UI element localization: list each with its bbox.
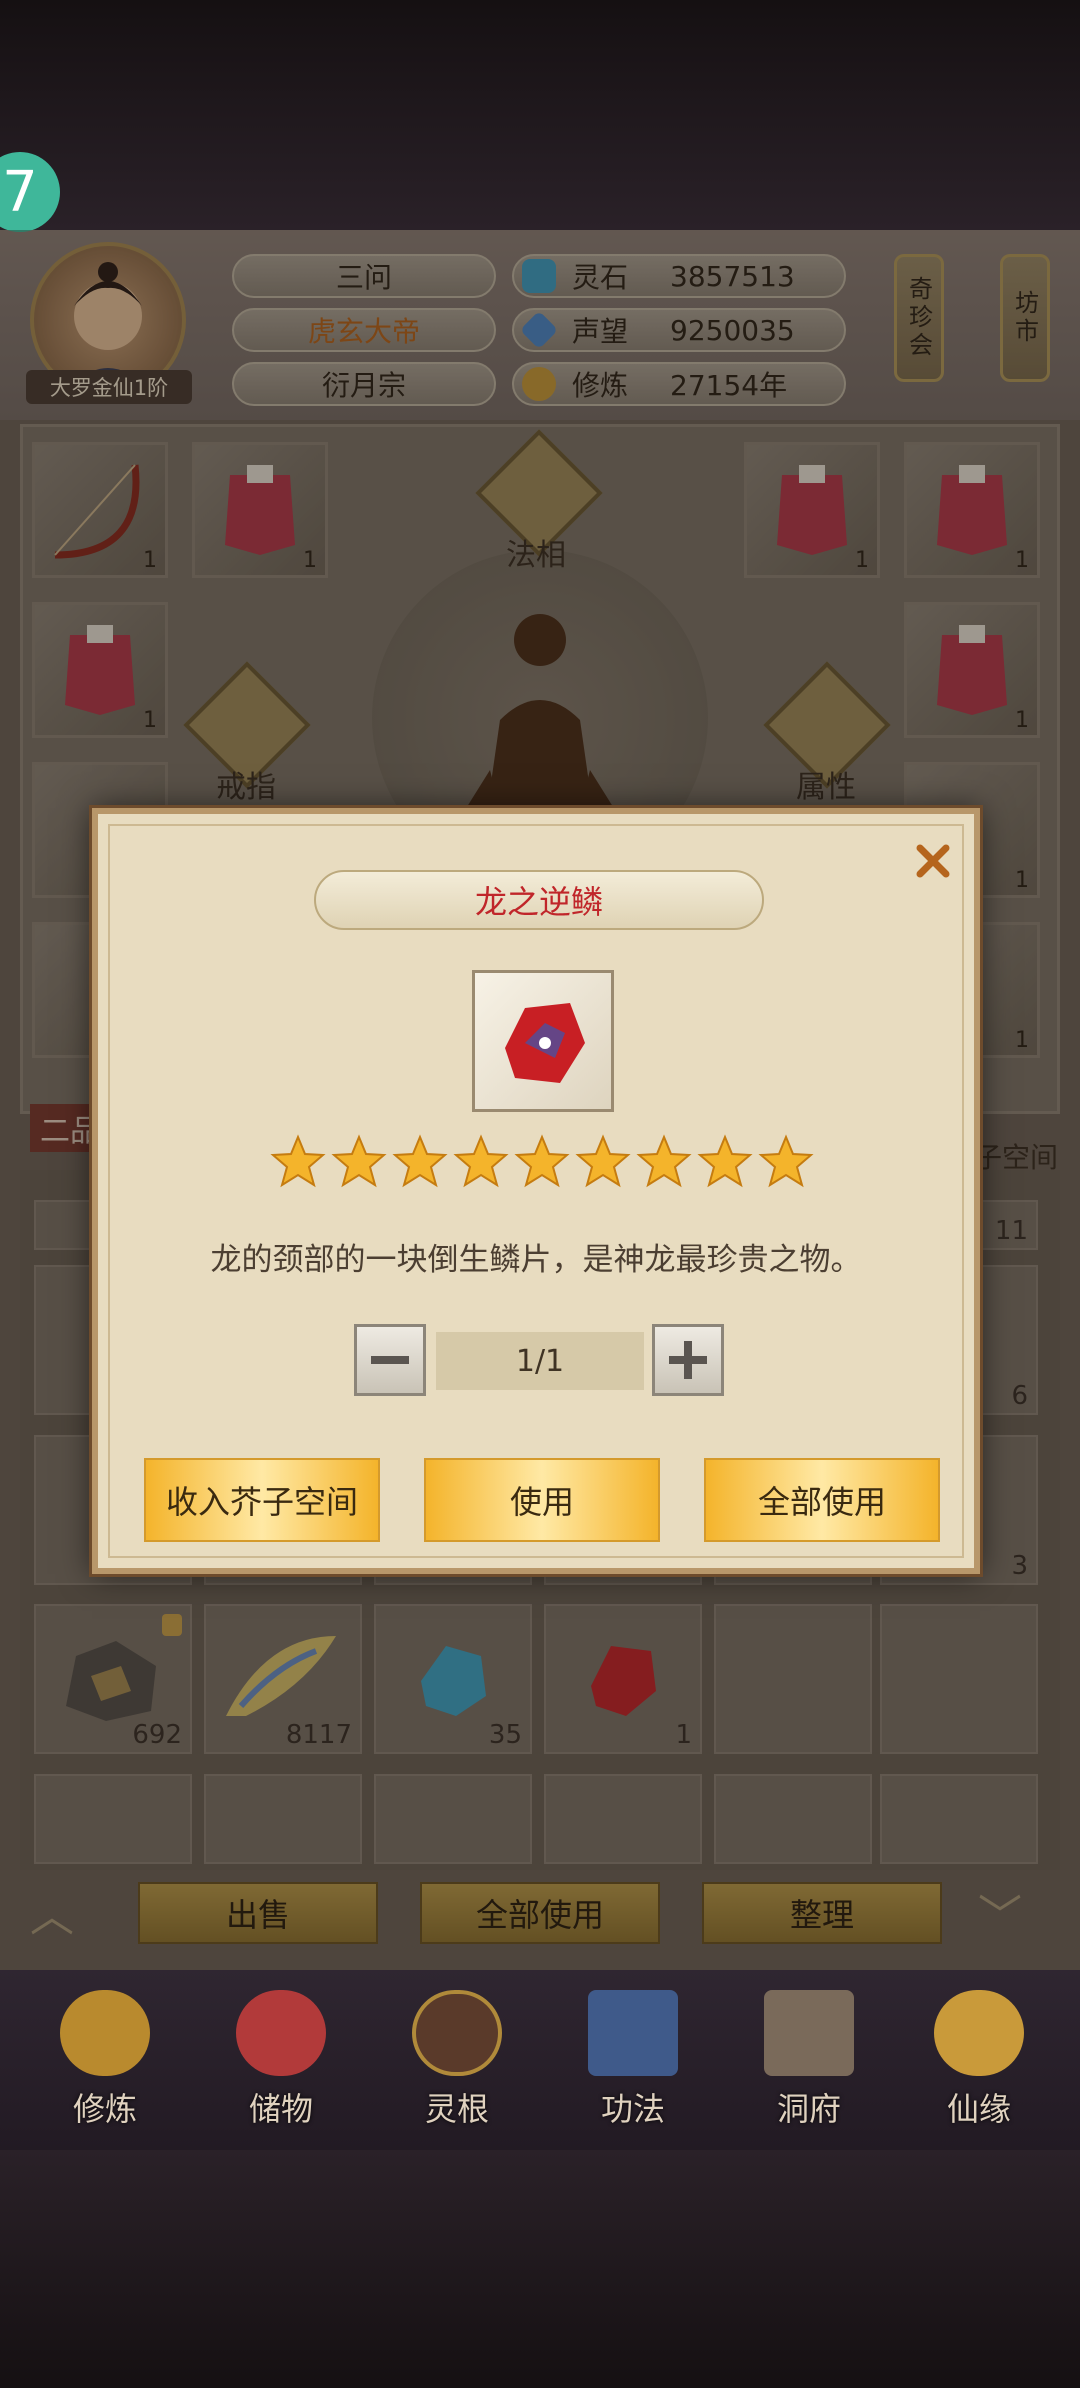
star-icon [636,1134,692,1188]
plus-icon [669,1341,707,1379]
nav-label: 仙缘 [946,2090,1011,2128]
minus-icon [371,1356,409,1364]
nav-label: 洞府 [776,2090,841,2128]
item-title: 龙之逆鳞 [314,870,764,930]
close-icon[interactable] [908,836,958,886]
screen-top-bar [0,0,1080,230]
star-icon [758,1134,814,1188]
star-icon [453,1134,509,1188]
bottom-nav: 修炼 储物 灵根 功法 洞府 仙缘 [0,1970,1080,2150]
fortune-gourd-icon [934,1990,1024,2076]
star-icon [575,1134,631,1188]
star-icon [270,1134,326,1188]
dragon-scale-icon [505,1003,585,1083]
quantity-minus-button[interactable] [354,1324,426,1396]
star-icon [514,1134,570,1188]
item-image [472,970,614,1112]
use-all-button[interactable]: 全部使用 [704,1458,940,1542]
nav-dongfu[interactable]: 洞府 [734,1970,884,2130]
nav-label: 储物 [248,2090,313,2128]
star-icon [392,1134,448,1188]
cultivation-icon [60,1990,150,2076]
storage-bag-icon [236,1990,326,2076]
star-icon [697,1134,753,1188]
store-in-space-button[interactable]: 收入芥子空间 [144,1458,380,1542]
star-rating [270,1134,814,1194]
star-icon [331,1134,387,1188]
cave-residence-icon [764,1990,854,2076]
item-description: 龙的颈部的一块倒生鳞片，是神龙最珍贵之物。 [210,1242,862,1278]
screen-bottom-bar [0,2150,1080,2388]
nav-gongfa[interactable]: 功法 [558,1970,708,2130]
quantity-plus-button[interactable] [652,1324,724,1396]
use-button[interactable]: 使用 [424,1458,660,1542]
quantity-display: 1/1 [436,1332,644,1390]
nav-label: 修炼 [72,2090,137,2128]
nav-label: 功法 [600,2090,665,2128]
nav-chuwu[interactable]: 储物 [206,1970,356,2130]
item-detail-modal: 龙之逆鳞 龙的颈部的一块倒生鳞片，是神龙最珍贵之物。 1/1 收入芥子空间 使用… [92,808,980,1574]
nav-label: 灵根 [424,2090,489,2128]
nav-linggen[interactable]: 灵根 [382,1970,532,2130]
nav-xianyuan[interactable]: 仙缘 [904,1970,1054,2130]
nav-xiulian[interactable]: 修炼 [30,1970,180,2130]
spirit-root-icon [412,1990,502,2076]
manual-book-icon [588,1990,678,2076]
